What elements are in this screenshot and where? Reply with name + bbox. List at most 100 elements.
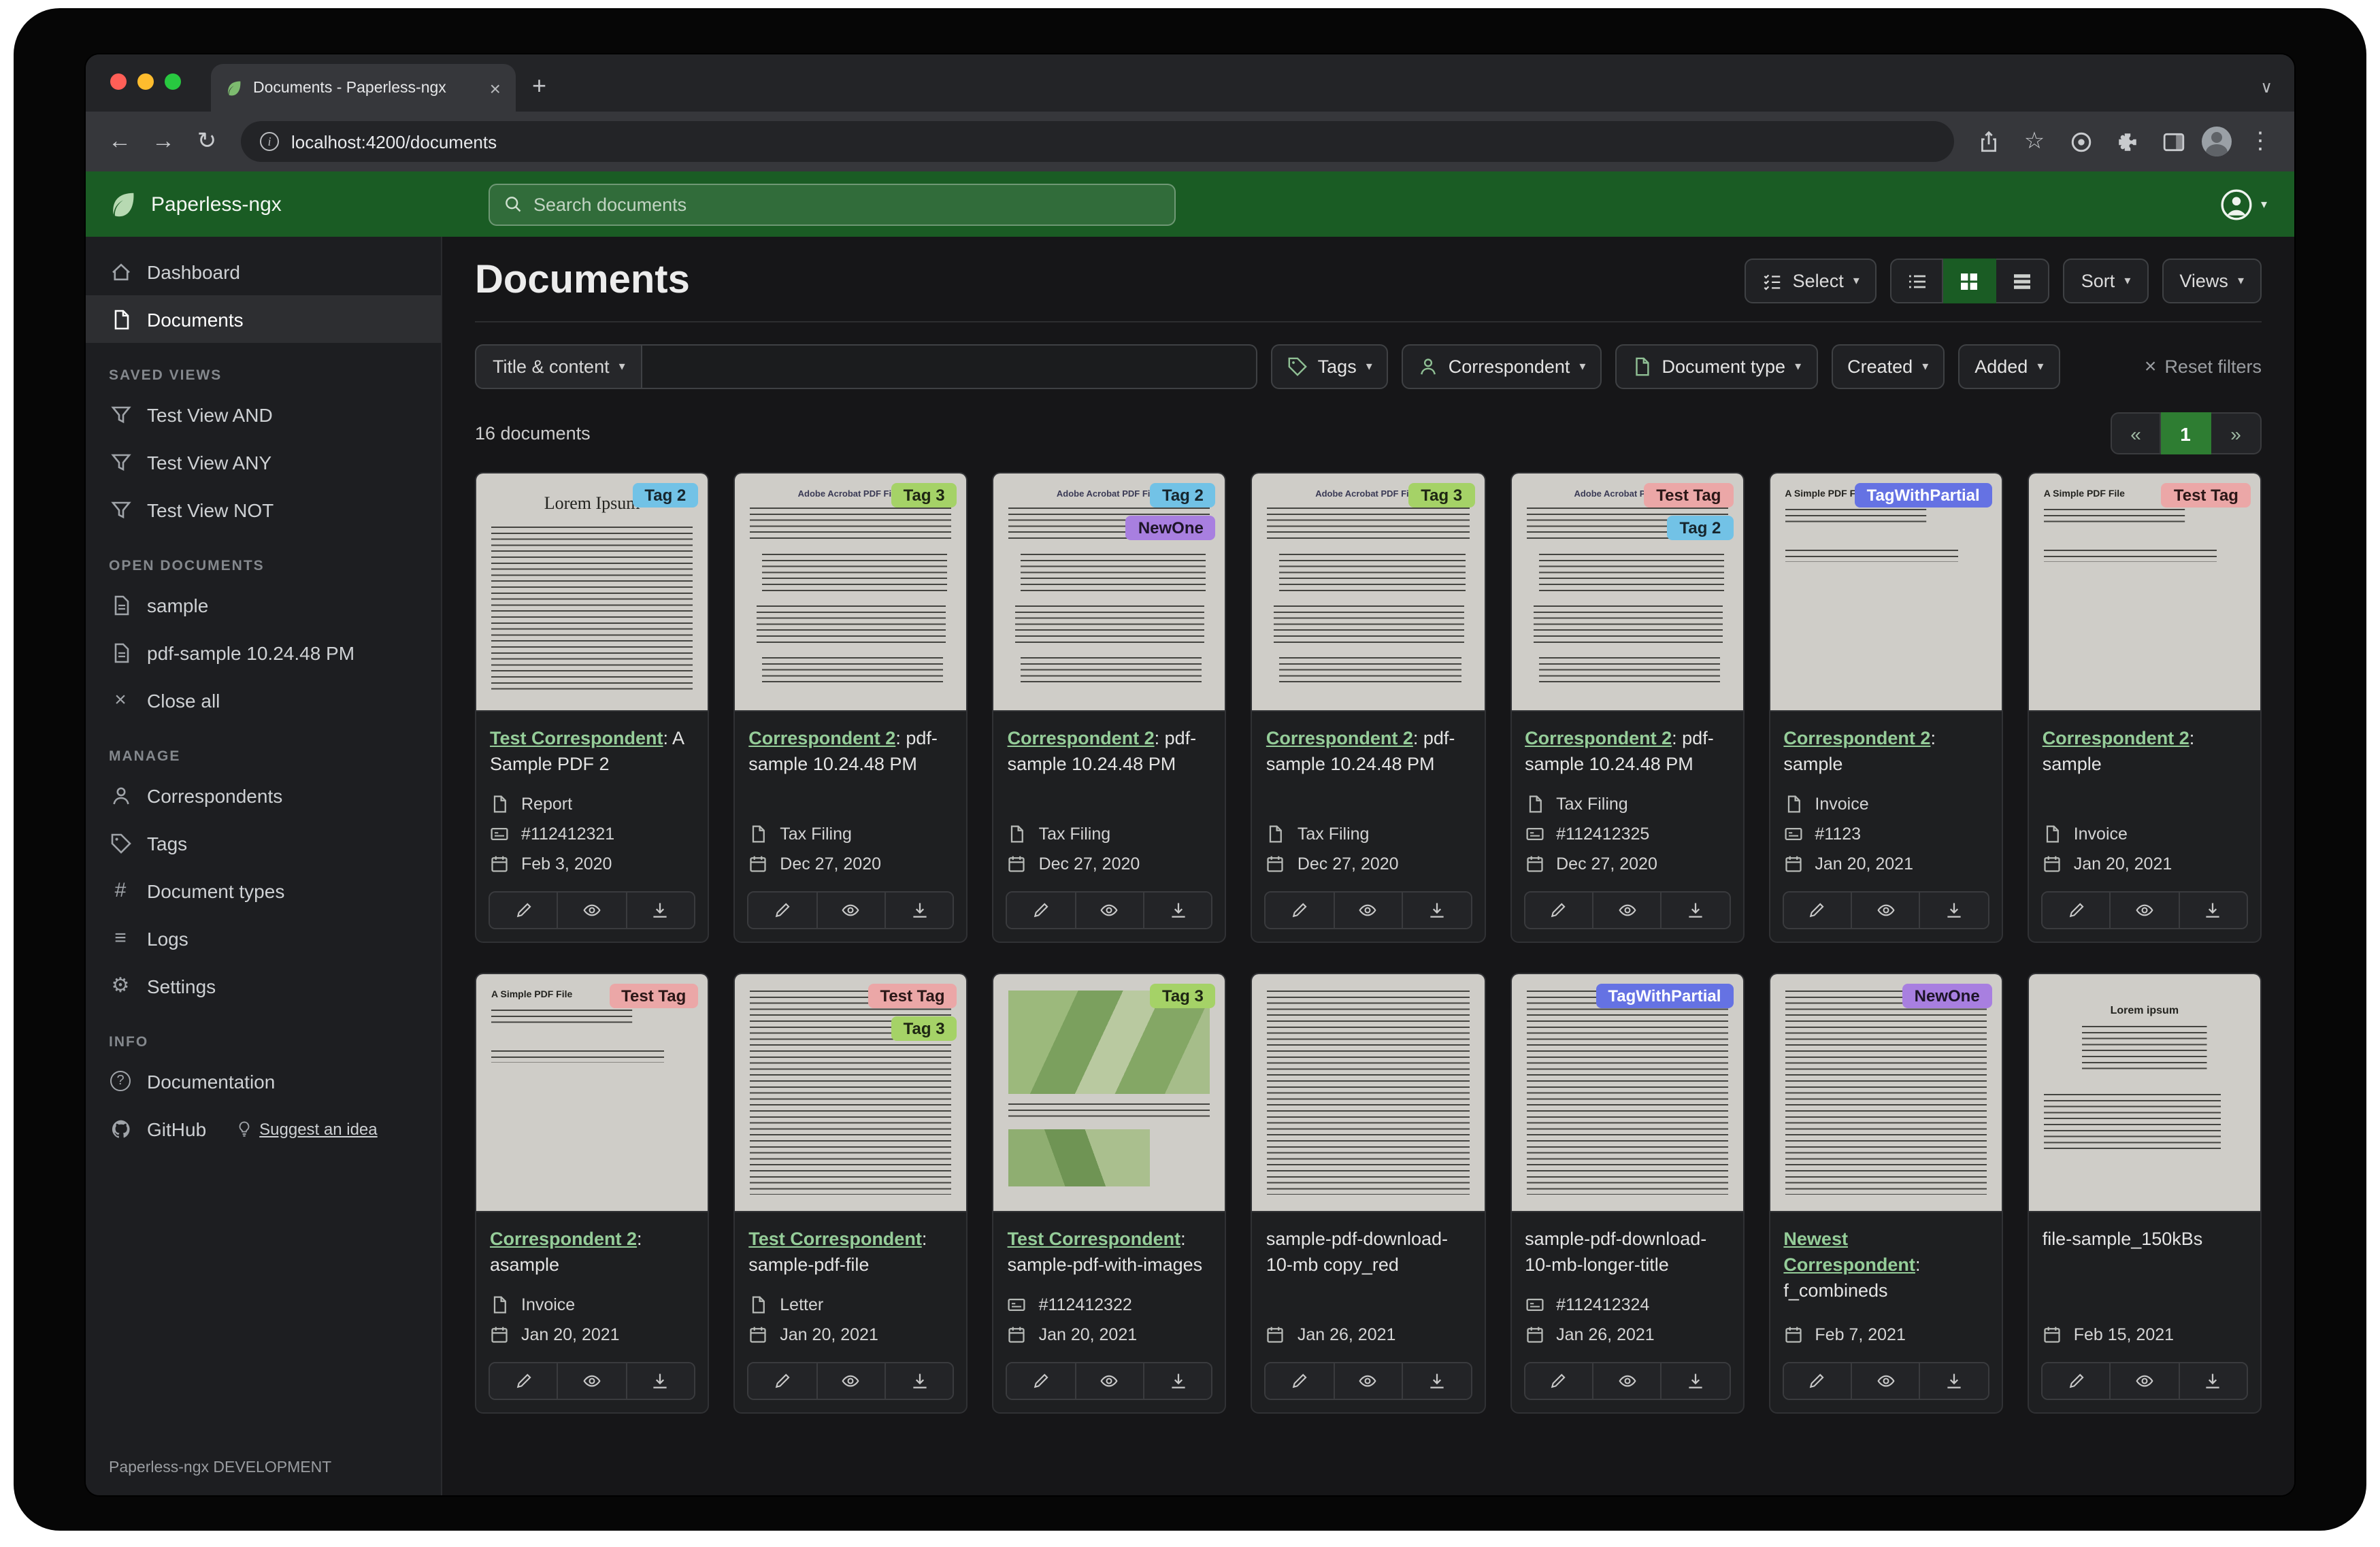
created-date-row[interactable]: Dec 27, 2020: [1525, 854, 1729, 874]
suggest-idea-link[interactable]: Suggest an idea: [235, 1119, 378, 1138]
document-card[interactable]: Adobe Acrobat PDF Files Tag 2NewOne Corr…: [993, 472, 1227, 943]
edit-button[interactable]: [1266, 1363, 1334, 1398]
edit-button[interactable]: [1008, 1363, 1075, 1398]
document-card[interactable]: NewOne Newest Correspondent: f_combineds…: [1768, 973, 2002, 1414]
created-date-row[interactable]: Jan 20, 2021: [490, 1325, 694, 1344]
download-button[interactable]: [626, 1363, 695, 1398]
browser-extension-icon[interactable]: [2063, 124, 2098, 159]
archive-serial-number-row[interactable]: #112412325: [1525, 825, 1729, 844]
document-thumbnail[interactable]: A Simple PDF File TagWithPartial: [1770, 473, 2001, 712]
document-card[interactable]: A Simple PDF File Test Tag Correspondent…: [2028, 472, 2262, 943]
reset-filters-button[interactable]: × Reset filters: [2145, 355, 2262, 378]
tag-badge[interactable]: TagWithPartial: [1855, 483, 1992, 508]
download-button[interactable]: [1143, 893, 1212, 928]
document-type-row[interactable]: Invoice: [2043, 825, 2247, 844]
preview-button[interactable]: [2109, 1363, 2178, 1398]
grid-view-button[interactable]: [1944, 259, 1997, 303]
preview-button[interactable]: [816, 893, 885, 928]
tag-badge[interactable]: Test Tag: [609, 984, 698, 1008]
edit-button[interactable]: [490, 893, 557, 928]
sidebar-item-documents[interactable]: Documents: [86, 295, 441, 343]
edit-button[interactable]: [2043, 1363, 2110, 1398]
close-window-button[interactable]: [110, 73, 127, 90]
global-search-input[interactable]: [533, 194, 1161, 214]
tag-badge[interactable]: NewOne: [1902, 984, 1992, 1008]
download-button[interactable]: [626, 893, 695, 928]
correspondent-filter-button[interactable]: Correspondent ▾: [1402, 344, 1602, 389]
archive-serial-number-row[interactable]: #1123: [1783, 825, 1987, 844]
edit-button[interactable]: [1783, 893, 1851, 928]
correspondent-link[interactable]: Correspondent 2: [1008, 728, 1155, 748]
tag-badge[interactable]: Tag 2: [1668, 516, 1734, 540]
filter-field-button[interactable]: Title & content ▾: [475, 344, 643, 389]
edit-button[interactable]: [1008, 893, 1075, 928]
document-type-row[interactable]: Invoice: [490, 1295, 694, 1314]
document-thumbnail[interactable]: A Simple PDF File Test Tag: [2029, 473, 2260, 712]
document-card[interactable]: A Simple PDF File TagWithPartial Corresp…: [1768, 472, 2002, 943]
sidebar-item-document-types[interactable]: # Document types: [86, 867, 441, 914]
download-button[interactable]: [1919, 893, 1988, 928]
browser-menu-kebab-icon[interactable]: ⋮: [2243, 124, 2278, 159]
edit-button[interactable]: [1525, 1363, 1592, 1398]
tab-search-chevron-icon[interactable]: ∨: [2260, 78, 2272, 97]
tag-badge[interactable]: Test Tag: [2162, 483, 2251, 508]
correspondent-link[interactable]: Correspondent 2: [1525, 728, 1672, 748]
sidebar-item-settings[interactable]: ⚙ Settings: [86, 962, 441, 1010]
document-card[interactable]: Lorem ipsum file-sample_150kBs: [2028, 973, 2262, 1414]
edit-button[interactable]: [490, 1363, 557, 1398]
created-date-row[interactable]: Feb 3, 2020: [490, 854, 694, 874]
document-type-row[interactable]: Tax Filing: [1008, 825, 1212, 844]
user-menu[interactable]: ▾: [2220, 187, 2267, 221]
document-thumbnail[interactable]: NewOne: [1770, 974, 2001, 1212]
edit-button[interactable]: [1525, 893, 1592, 928]
tags-filter-button[interactable]: Tags ▾: [1272, 344, 1389, 389]
tag-badge[interactable]: NewOne: [1126, 516, 1216, 540]
download-button[interactable]: [2178, 1363, 2247, 1398]
document-type-row[interactable]: Invoice: [1783, 795, 1987, 814]
created-date-row[interactable]: Dec 27, 2020: [748, 854, 953, 874]
tag-badge[interactable]: Test Tag: [1644, 483, 1733, 508]
archive-serial-number-row[interactable]: #112412321: [490, 825, 694, 844]
download-button[interactable]: [1661, 893, 1730, 928]
document-thumbnail[interactable]: Tag 3: [994, 974, 1225, 1212]
sidebar-item-correspondents[interactable]: Correspondents: [86, 771, 441, 819]
preview-button[interactable]: [1851, 893, 1919, 928]
bookmark-star-icon[interactable]: ☆: [2017, 124, 2052, 159]
forward-icon[interactable]: →: [146, 124, 181, 159]
document-thumbnail[interactable]: Adobe Acrobat PDF Files Tag 3: [735, 473, 966, 712]
tag-badge[interactable]: Tag 3: [1408, 483, 1474, 508]
select-button[interactable]: Select ▾: [1745, 259, 1877, 303]
correspondent-link[interactable]: Correspondent 2: [2043, 728, 2189, 748]
app-brand[interactable]: Paperless-ngx: [86, 188, 442, 220]
created-date-row[interactable]: Jan 20, 2021: [2043, 854, 2247, 874]
document-type-row[interactable]: Letter: [748, 1295, 953, 1314]
sidebar-item-tags[interactable]: Tags: [86, 819, 441, 867]
preview-button[interactable]: [557, 1363, 626, 1398]
preview-button[interactable]: [1851, 1363, 1919, 1398]
preview-button[interactable]: [1074, 1363, 1143, 1398]
back-icon[interactable]: ←: [102, 124, 137, 159]
preview-button[interactable]: [1334, 1363, 1402, 1398]
download-button[interactable]: [1143, 1363, 1212, 1398]
download-button[interactable]: [1402, 893, 1470, 928]
sidebar-item-test-view-any[interactable]: Test View ANY: [86, 438, 441, 486]
created-date-row[interactable]: Dec 27, 2020: [1008, 854, 1212, 874]
added-filter-button[interactable]: Added ▾: [1958, 344, 2060, 389]
document-type-row[interactable]: Tax Filing: [748, 825, 953, 844]
site-info-icon[interactable]: i: [260, 132, 279, 151]
reload-icon[interactable]: ↻: [189, 124, 225, 159]
views-button[interactable]: Views ▾: [2162, 259, 2262, 303]
title-content-input[interactable]: [643, 344, 1258, 389]
sidebar-item-test-view-and[interactable]: Test View AND: [86, 390, 441, 438]
document-card[interactable]: Lorem Ipsum Tag 2 Test Correspondent: A …: [475, 472, 709, 943]
tag-badge[interactable]: Test Tag: [867, 984, 957, 1008]
created-filter-button[interactable]: Created ▾: [1831, 344, 1945, 389]
document-card[interactable]: Tag 3 Test Correspondent: sample-pdf-wit…: [993, 973, 1227, 1414]
browser-profile-avatar[interactable]: [2202, 127, 2232, 156]
sidebar-item-open-doc-pdf-sample[interactable]: pdf-sample 10.24.48 PM: [86, 629, 441, 676]
correspondent-link[interactable]: Test Correspondent: [490, 728, 663, 748]
tag-badge[interactable]: Tag 3: [891, 1016, 957, 1041]
document-type-row[interactable]: Tax Filing: [1266, 825, 1470, 844]
sidebar-item-logs[interactable]: ≡ Logs: [86, 914, 441, 962]
details-view-button[interactable]: [1997, 259, 2050, 303]
